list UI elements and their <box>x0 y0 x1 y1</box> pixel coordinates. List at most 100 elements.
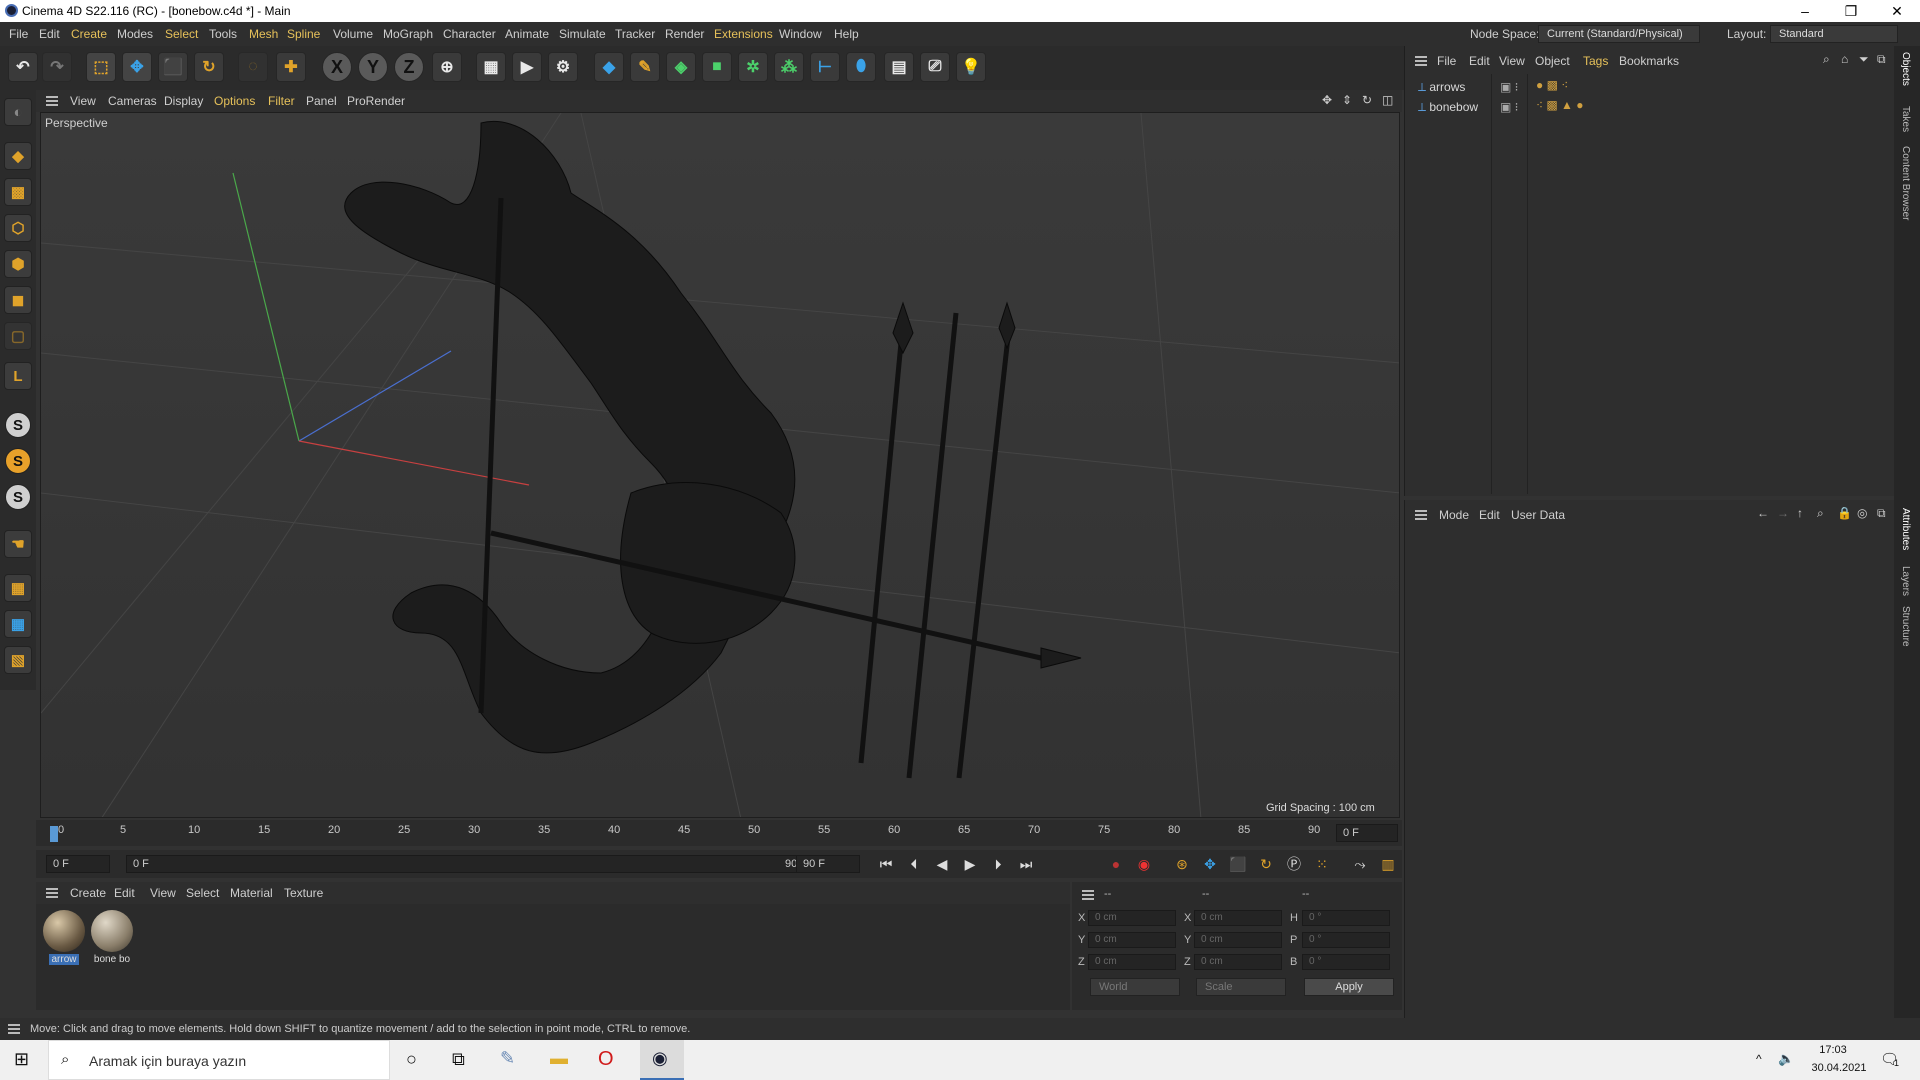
axis-mode-icon[interactable]: L <box>4 362 32 390</box>
render-settings-icon[interactable]: ⚙ <box>548 52 578 82</box>
scale-tool-icon[interactable]: ⬛ <box>158 52 188 82</box>
menu-help[interactable]: Help <box>834 27 859 41</box>
status-hamburger-icon[interactable] <box>8 1024 20 1034</box>
key-scale-icon[interactable]: ⬛ <box>1228 854 1248 874</box>
rotation-b-field[interactable]: 0 ° <box>1302 954 1390 970</box>
coords-hamburger-icon[interactable] <box>1082 890 1094 900</box>
viewport-maximize-icon[interactable]: ◫ <box>1382 93 1393 107</box>
make-editable-icon[interactable]: ◐ <box>4 98 32 126</box>
opera-browser-icon[interactable]: O <box>598 1048 614 1071</box>
minimize-button[interactable]: – <box>1782 0 1828 22</box>
key-pla-icon[interactable]: ⁙ <box>1312 854 1332 874</box>
range-slider[interactable]: 0 F 90 F <box>126 855 816 873</box>
render-picture-viewer-icon[interactable]: ▶ <box>512 52 542 82</box>
task-view-icon[interactable]: ⧉ <box>452 1049 465 1070</box>
timeline-window-icon[interactable]: ▥ <box>1378 854 1398 874</box>
apply-button[interactable]: Apply <box>1304 978 1394 996</box>
world-dropdown[interactable]: World <box>1090 978 1180 996</box>
rotation-h-field[interactable]: 0 ° <box>1302 910 1390 926</box>
tab-structure[interactable]: Structure <box>1900 606 1911 647</box>
add-tool-icon[interactable]: ✚ <box>276 52 306 82</box>
current-frame-field[interactable]: 0 F <box>1336 824 1398 842</box>
objects-menu-bookmarks[interactable]: Bookmarks <box>1619 54 1679 68</box>
size-x-field[interactable]: 0 cm <box>1194 910 1282 926</box>
viewport-zoom-icon[interactable]: ⇕ <box>1342 93 1352 107</box>
menu-spline[interactable]: Spline <box>287 27 320 41</box>
viewport-menu-view[interactable]: View <box>70 94 96 108</box>
menu-extensions[interactable]: Extensions <box>714 27 773 41</box>
locked-workplane-icon[interactable]: ▧ <box>4 646 32 674</box>
attributes-target-icon[interactable]: ◎ <box>1857 506 1867 520</box>
object-row-bonebow[interactable]: ⟂ bonebow <box>1418 100 1478 115</box>
material-menu-edit[interactable]: Edit <box>114 886 135 900</box>
menu-render[interactable]: Render <box>665 27 704 41</box>
cortana-icon[interactable]: ○ <box>406 1049 417 1070</box>
snap-icon[interactable]: S <box>5 412 31 438</box>
objects-menu-object[interactable]: Object <box>1535 54 1570 68</box>
objects-filter-icon[interactable]: ⏷ <box>1859 52 1869 67</box>
recent-tools-icon[interactable]: ◌ <box>238 52 268 82</box>
material-menu-texture[interactable]: Texture <box>284 886 323 900</box>
material-tag-icon[interactable]: ⁖ ▩ ▲ ● <box>1536 98 1584 112</box>
tab-content-browser[interactable]: Content Browser <box>1900 146 1911 220</box>
quantize-icon[interactable]: S <box>5 484 31 510</box>
viewport-menu-options[interactable]: Options <box>214 94 255 108</box>
viewport-menu-cameras[interactable]: Cameras <box>108 94 157 108</box>
attributes-back-icon[interactable]: ← <box>1757 506 1769 520</box>
snap-settings-icon[interactable]: S <box>5 448 31 474</box>
attributes-menu-userdata[interactable]: User Data <box>1511 508 1565 522</box>
tweak-mode-icon[interactable]: ☚ <box>4 530 32 558</box>
motion-system-icon[interactable]: ⤳ <box>1350 854 1370 874</box>
menu-create[interactable]: Create <box>71 27 107 41</box>
size-y-field[interactable]: 0 cm <box>1194 932 1282 948</box>
uv-mode-icon[interactable]: ▢ <box>4 322 32 350</box>
menu-tracker[interactable]: Tracker <box>615 27 655 41</box>
attributes-up-icon[interactable]: ↑ <box>1797 506 1803 520</box>
objects-menu-view[interactable]: View <box>1499 54 1525 68</box>
objects-menu-tags[interactable]: Tags <box>1583 54 1608 68</box>
undo-icon[interactable]: ↶ <box>8 52 38 82</box>
viewport-menu-panel[interactable]: Panel <box>306 94 337 108</box>
menu-volume[interactable]: Volume <box>333 27 373 41</box>
render-view-icon[interactable]: ▦ <box>476 52 506 82</box>
clock-time[interactable]: 17:03 <box>1808 1044 1858 1056</box>
objects-menu-file[interactable]: File <box>1437 54 1456 68</box>
menu-simulate[interactable]: Simulate <box>559 27 606 41</box>
end-frame-field[interactable]: 90 F <box>796 855 860 873</box>
menu-mesh[interactable]: Mesh <box>249 27 278 41</box>
live-selection-icon[interactable]: ⬚ <box>86 52 116 82</box>
goto-start-icon[interactable]: ⏮ <box>876 854 896 874</box>
close-button[interactable]: ✕ <box>1874 0 1920 22</box>
menu-mograph[interactable]: MoGraph <box>383 27 433 41</box>
objects-menu-edit[interactable]: Edit <box>1469 54 1490 68</box>
viewport-menu-filter[interactable]: Filter <box>268 94 295 108</box>
attributes-hamburger-icon[interactable] <box>1415 510 1427 520</box>
rotation-p-field[interactable]: 0 ° <box>1302 932 1390 948</box>
edges-mode-icon[interactable]: ⬢ <box>4 250 32 278</box>
attributes-lock-icon[interactable]: 🔒 <box>1837 506 1852 520</box>
auto-key-icon[interactable]: ◉ <box>1134 854 1154 874</box>
material-menu-create[interactable]: Create <box>70 886 106 900</box>
menu-window[interactable]: Window <box>779 27 822 41</box>
visibility-toggle-icon[interactable]: ▣ ⁝ <box>1500 80 1519 94</box>
material-menu-material[interactable]: Material <box>230 886 273 900</box>
paint-app-icon[interactable]: ✎ <box>500 1048 515 1069</box>
material-menu-select[interactable]: Select <box>186 886 219 900</box>
layout-dropdown[interactable]: Standard <box>1770 25 1898 43</box>
tab-objects[interactable]: Objects <box>1900 52 1911 86</box>
floor-icon[interactable]: ▤ <box>884 52 914 82</box>
viewport-menu-display[interactable]: Display <box>164 94 203 108</box>
texture-mode-icon[interactable]: ▩ <box>4 178 32 206</box>
viewport-menu-prorender[interactable]: ProRender <box>347 94 405 108</box>
play-icon[interactable]: ▶ <box>960 854 980 874</box>
next-frame-icon[interactable]: ⏵ <box>988 854 1008 874</box>
material-menu-view[interactable]: View <box>150 886 176 900</box>
menu-tools[interactable]: Tools <box>209 27 237 41</box>
attributes-menu-mode[interactable]: Mode <box>1439 508 1469 522</box>
start-frame-field[interactable]: 0 F <box>46 855 110 873</box>
z-axis-lock-button[interactable]: Z <box>394 52 424 82</box>
position-x-field[interactable]: 0 cm <box>1088 910 1176 926</box>
workplane-grid-icon[interactable]: ▦ <box>4 610 32 638</box>
size-z-field[interactable]: 0 cm <box>1194 954 1282 970</box>
cloner-icon[interactable]: ✲ <box>738 52 768 82</box>
